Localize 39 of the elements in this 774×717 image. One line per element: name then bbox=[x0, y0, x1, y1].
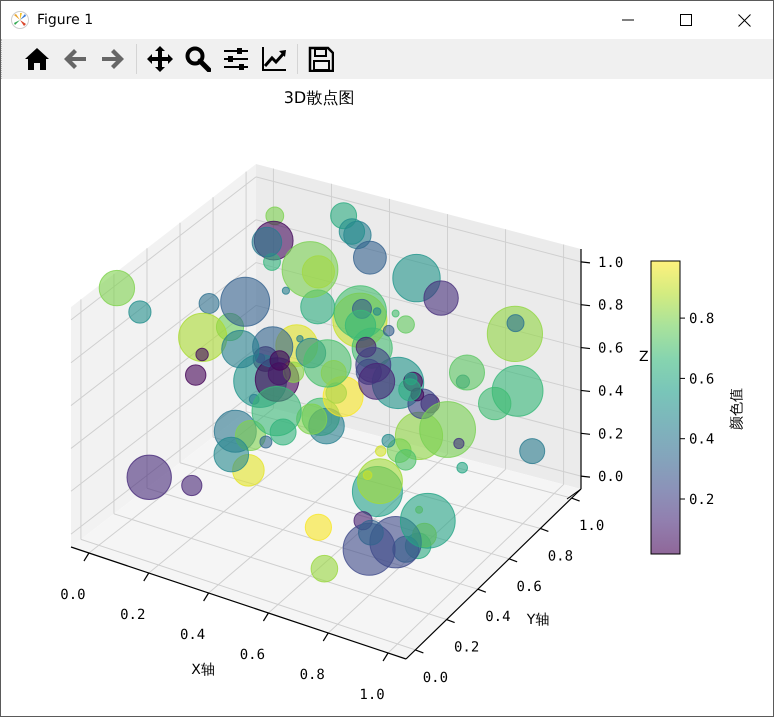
left-arrow-icon bbox=[62, 46, 88, 72]
z-tick-label: 1.0 bbox=[598, 254, 624, 271]
window-title: Figure 1 bbox=[37, 12, 94, 28]
colorbar-tick-label: 0.6 bbox=[689, 371, 714, 388]
z-axis-label: Z bbox=[639, 349, 649, 365]
y-tick-label: 0.4 bbox=[485, 609, 511, 626]
minimize-icon bbox=[622, 19, 634, 21]
x-tick-label: 0.4 bbox=[180, 627, 206, 643]
chart-title: 3D散点图 bbox=[284, 88, 354, 107]
z-tick-label: 0.2 bbox=[598, 426, 624, 442]
move-arrows-icon bbox=[147, 46, 173, 72]
y-tick-label: 0.0 bbox=[422, 670, 448, 686]
y-tick-label: 0.2 bbox=[454, 640, 480, 656]
x-tick-label: 0.2 bbox=[120, 607, 146, 623]
x-axis-label: X轴 bbox=[191, 662, 215, 678]
y-axis-label: Y轴 bbox=[526, 612, 550, 628]
right-arrow-icon bbox=[100, 46, 126, 72]
colorbar-tick-label: 0.8 bbox=[689, 311, 714, 328]
colorbar-tick-label: 0.2 bbox=[689, 492, 714, 508]
y-tick-label: 0.8 bbox=[548, 548, 574, 564]
close-icon bbox=[738, 14, 750, 26]
colorbar-label: 颜色值 bbox=[729, 388, 745, 430]
z-tick-label: 0.0 bbox=[598, 469, 624, 486]
x-tick-label: 0.8 bbox=[300, 667, 325, 683]
search-icon bbox=[185, 46, 211, 72]
line-chart-icon bbox=[261, 46, 287, 72]
z-tick-label: 0.4 bbox=[598, 383, 624, 400]
x-tick-label: 0.0 bbox=[60, 587, 86, 603]
colorbar-tick-label: 0.4 bbox=[689, 432, 714, 448]
sliders-icon bbox=[223, 46, 249, 72]
maximize-icon bbox=[680, 14, 692, 26]
x-tick-label: 0.6 bbox=[240, 647, 266, 663]
y-tick-label: 0.6 bbox=[516, 578, 542, 595]
x-tick-label: 1.0 bbox=[359, 687, 385, 703]
app-logo-icon bbox=[11, 11, 29, 29]
home-icon bbox=[24, 46, 50, 72]
z-tick-label: 0.8 bbox=[598, 298, 624, 314]
z-tick-label: 0.6 bbox=[598, 340, 624, 357]
y-tick-label: 1.0 bbox=[578, 518, 604, 534]
